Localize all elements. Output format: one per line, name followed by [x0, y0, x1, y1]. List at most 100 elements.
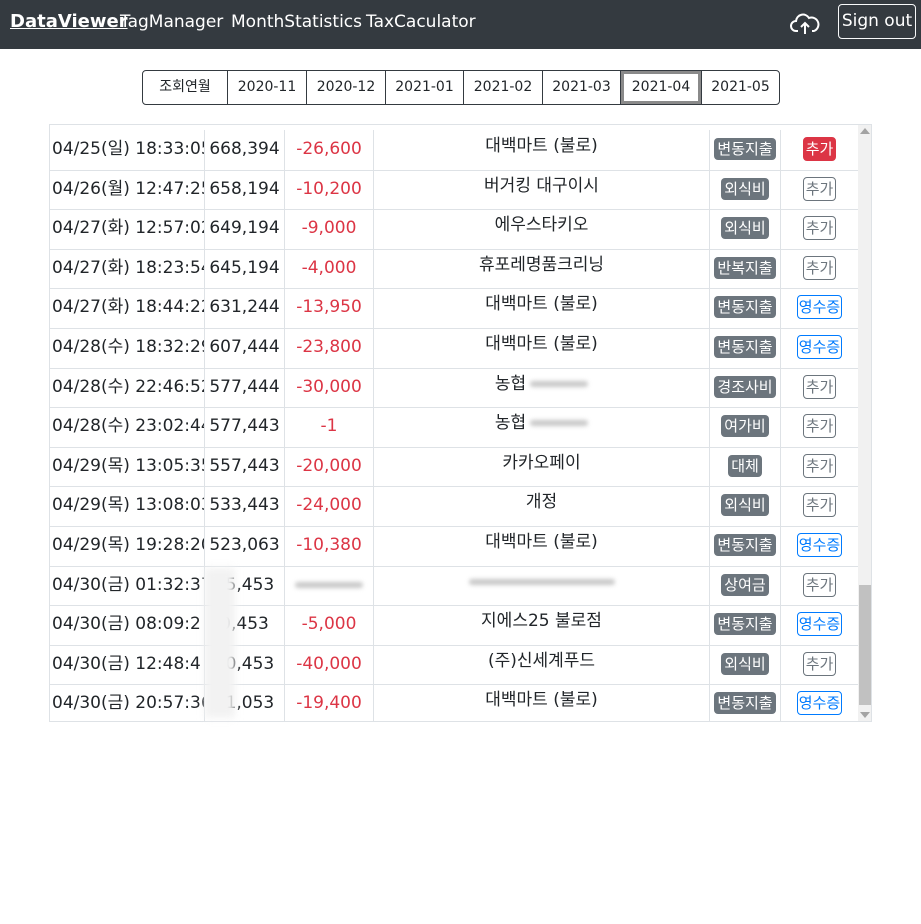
add-button[interactable]: 추가 — [802, 374, 837, 399]
scroll-thumb[interactable] — [859, 585, 871, 705]
store-cell — [374, 565, 710, 606]
category-tag[interactable]: 외식비 — [721, 494, 769, 517]
tag-cell: 변동지출 — [710, 605, 781, 645]
store-name: 개정 — [525, 492, 558, 513]
add-button[interactable]: 추가 — [802, 176, 837, 201]
action-cell: 추가 — [781, 368, 858, 408]
tag-cell: 반복지출 — [710, 248, 781, 289]
scroll-up-icon[interactable] — [860, 128, 870, 134]
cloud-upload-icon[interactable] — [790, 10, 820, 36]
store-name: (주)신세계푸드 — [487, 650, 596, 671]
table-row: 04/28(수) 22:46:52 577,444 -30,000 농협 경조사비 추가 — [50, 367, 858, 409]
add-button[interactable]: 추가 — [802, 216, 837, 241]
receipt-button[interactable]: 영수증 — [796, 612, 843, 637]
amount-cell: -10,200 — [285, 169, 374, 210]
month-button-2021-04[interactable]: 2021-04 — [620, 70, 702, 105]
tag-cell: 변동지출 — [710, 288, 781, 328]
category-tag[interactable]: 외식비 — [721, 652, 769, 675]
category-tag[interactable]: 여가비 — [721, 415, 769, 438]
action-cell: 영수증 — [781, 328, 858, 368]
tag-cell: 경조사비 — [710, 367, 781, 408]
action-cell: 영수증 — [781, 526, 858, 566]
store-cell: (주)신세계푸드 — [374, 644, 710, 685]
category-tag[interactable]: 상여금 — [721, 573, 769, 596]
category-tag[interactable]: 변동지출 — [714, 296, 776, 319]
category-tag[interactable]: 변동지출 — [714, 336, 776, 358]
scroll-down-icon[interactable] — [860, 712, 870, 718]
amount-cell: -10,380 — [285, 526, 374, 566]
table-row: 04/30(금) 20:57:36 31,053 -19,400 대백마트 (불로) 변… — [50, 684, 858, 721]
scrollbar[interactable] — [858, 125, 871, 721]
redacted-store-detail — [530, 420, 589, 427]
nav-link-taxcaculator[interactable]: TaxCaculator — [366, 12, 476, 32]
month-button-2020-12[interactable]: 2020-12 — [306, 70, 386, 105]
tag-cell: 대체 — [710, 446, 781, 487]
action-cell: 추가 — [781, 209, 858, 249]
navbar: DataViewer TagManager MonthStatistics Ta… — [0, 0, 921, 49]
table-row: 04/26(월) 12:47:25 658,194 -10,200 버거킹 대구이시 외… — [50, 169, 858, 211]
category-tag[interactable]: 외식비 — [721, 177, 769, 200]
month-selector-label: 조회연월 — [142, 70, 228, 105]
tag-cell: 여가비 — [710, 407, 781, 447]
month-button-2021-03[interactable]: 2021-03 — [542, 70, 621, 105]
date-cell: 04/30(금) 20:57:36 — [50, 684, 205, 721]
receipt-button[interactable]: 영수증 — [796, 533, 843, 557]
nav-link-monthstatistics[interactable]: MonthStatistics — [231, 12, 362, 32]
table-row: 04/29(목) 19:28:20 523,063 -10,380 대백마트 (불로)… — [50, 526, 858, 567]
brand-link[interactable]: DataViewer — [10, 11, 128, 32]
category-tag[interactable]: 대체 — [728, 454, 762, 477]
month-button-2021-05[interactable]: 2021-05 — [701, 70, 780, 105]
redacted-store-detail — [530, 380, 589, 387]
category-tag[interactable]: 변동지출 — [714, 692, 776, 715]
tag-cell: 외식비 — [710, 486, 781, 526]
store-name: 농협 — [494, 373, 527, 394]
balance-cell: 645,194 — [205, 248, 285, 289]
redacted-amount — [295, 581, 363, 588]
store-cell: 대백마트 (불로) — [374, 684, 710, 721]
month-button-2021-01[interactable]: 2021-01 — [385, 70, 464, 105]
tag-cell: 외식비 — [710, 209, 781, 249]
add-button[interactable]: 추가 — [802, 453, 837, 478]
store-name: 대백마트 (불로) — [485, 690, 598, 711]
receipt-button[interactable]: 영수증 — [796, 335, 843, 359]
add-button[interactable]: 추가 — [802, 414, 837, 439]
table-row: 04/30(금) 12:48:4 50,453 -40,000 (주)신세계푸드 외식비… — [50, 644, 858, 686]
add-button[interactable]: 추가 — [802, 572, 837, 597]
month-button-2020-11[interactable]: 2020-11 — [227, 70, 307, 105]
table-row: 04/30(금) 08:09:2 0,453 -5,000 지에스25 불로점 변동지출… — [50, 605, 858, 646]
receipt-button[interactable]: 영수증 — [796, 295, 843, 320]
table-row: 04/27(화) 12:57:02 649,194 -9,000 에우스타키오 외식비 추… — [50, 209, 858, 250]
add-button[interactable]: 추가 — [802, 493, 837, 518]
action-cell: 추가 — [781, 447, 858, 487]
action-cell: 영수증 — [781, 605, 858, 645]
date-cell: 04/28(수) 22:46:52 — [50, 367, 205, 408]
store-name: 대백마트 (불로) — [485, 294, 598, 315]
balance-cell: 607,444 — [205, 328, 285, 368]
category-tag[interactable]: 변동지출 — [714, 613, 776, 636]
add-button[interactable]: 추가 — [802, 651, 837, 676]
category-tag[interactable]: 변동지출 — [714, 138, 776, 160]
tag-cell: 변동지출 — [710, 130, 781, 170]
store-name: 농협 — [494, 413, 527, 434]
action-cell: 추가 — [781, 249, 858, 289]
action-cell: 영수증 — [781, 684, 858, 721]
category-tag[interactable]: 외식비 — [721, 217, 769, 240]
category-tag[interactable]: 경조사비 — [714, 375, 776, 398]
store-cell: 에우스타키오 — [374, 209, 710, 249]
date-cell: 04/30(금) 01:32:37 — [50, 565, 205, 606]
amount-cell: -4,000 — [285, 248, 374, 289]
amount-cell: -40,000 — [285, 644, 374, 685]
month-button-2021-02[interactable]: 2021-02 — [463, 70, 543, 105]
store-cell: 버거킹 대구이시 — [374, 169, 710, 210]
nav-link-tagmanager[interactable]: TagManager — [120, 12, 223, 32]
table-row: 04/29(목) 13:08:03 533,443 -24,000 개정 외식비 추가 — [50, 486, 858, 527]
table-row: 04/29(목) 13:05:35 557,443 -20,000 카카오페이 대체 추가 — [50, 446, 858, 488]
sign-out-button[interactable]: Sign out — [838, 4, 916, 39]
add-button[interactable]: 추가 — [802, 255, 837, 280]
category-tag[interactable]: 반복지출 — [714, 256, 776, 279]
add-button[interactable]: 추가 — [802, 137, 837, 161]
date-cell: 04/30(금) 12:48:4 — [50, 644, 205, 685]
tag-cell: 상여금 — [710, 565, 781, 606]
category-tag[interactable]: 변동지출 — [714, 534, 776, 556]
receipt-button[interactable]: 영수증 — [796, 691, 843, 716]
